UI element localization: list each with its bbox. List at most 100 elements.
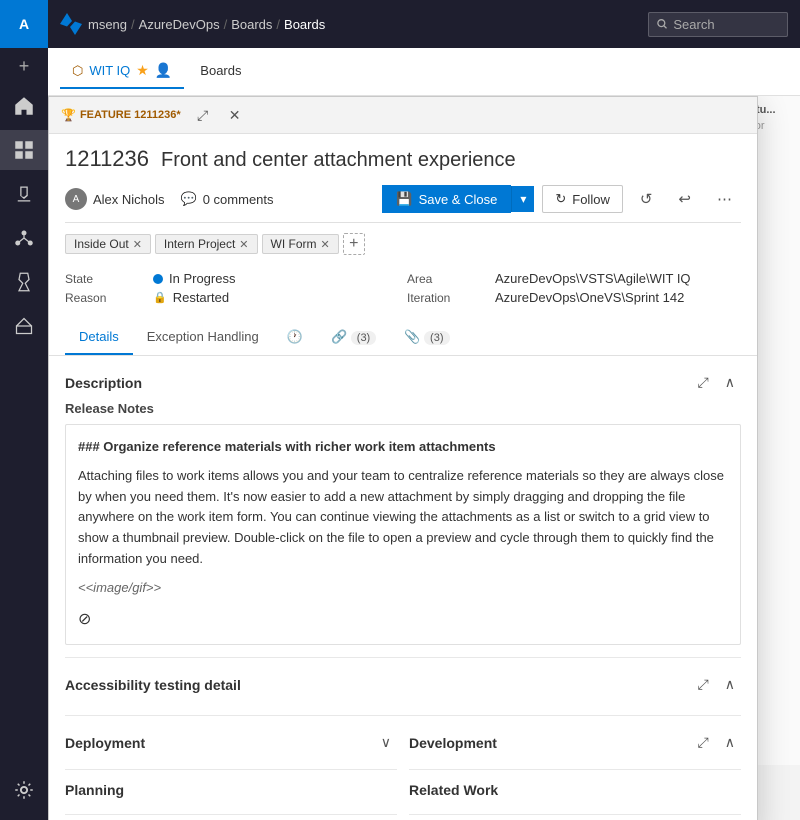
related-work-header: Related Work — [409, 782, 741, 798]
search-input[interactable] — [673, 17, 779, 32]
state-area: State In Progress Area AzureDevOps\VSTS\… — [65, 263, 741, 313]
dialog-header: 1211236 Front and center attachment expe… — [49, 134, 757, 321]
expand-button[interactable]: ⤢ — [189, 103, 217, 127]
add-button[interactable]: + — [0, 48, 48, 84]
follow-label: Follow — [572, 192, 610, 207]
dialog-overlay: 🏆 FEATURE 1211236* ⤢ ✕ 1211236 Front and… — [48, 96, 800, 820]
dialog-title-actions: ⤢ ✕ — [189, 103, 249, 127]
related-work-section: Related Work — [409, 782, 741, 815]
tab-attachments[interactable]: 📎 (3) — [390, 321, 463, 355]
refresh-button[interactable]: ↺ — [631, 184, 662, 214]
tab-details[interactable]: Details — [65, 321, 133, 355]
accessibility-collapse-btn[interactable]: ∧ — [719, 674, 741, 695]
follow-icon: ↻ — [555, 191, 566, 207]
description-expand-btn[interactable]: ⤢ — [692, 372, 715, 393]
tag-wi-form[interactable]: WI Form ✕ — [262, 234, 339, 254]
state-value[interactable]: In Progress — [153, 271, 399, 286]
attachments-count: (3) — [424, 331, 449, 345]
comment-count-text: 0 comments — [203, 192, 274, 207]
breadcrumb-boards2[interactable]: Boards — [284, 17, 325, 32]
sidebar: A + — [0, 0, 48, 820]
sidebar-icon-home[interactable] — [0, 86, 48, 126]
work-item-id: 1211236 — [65, 146, 149, 172]
iteration-label: Iteration — [407, 291, 487, 305]
app-logo[interactable] — [60, 13, 82, 35]
close-button[interactable]: ✕ — [221, 103, 249, 127]
tab-boards[interactable]: Boards — [188, 55, 253, 88]
development-header: Development ⤢ ∧ — [409, 732, 741, 753]
planning-header: Planning — [65, 782, 397, 798]
two-col-sections: Deployment ∨ Development ⤢ ∧ — [65, 732, 741, 815]
area-label: Area — [407, 272, 487, 286]
avatar[interactable]: A — [0, 0, 48, 48]
tab-star-icon[interactable]: ★ — [136, 62, 149, 79]
sidebar-icon-settings[interactable] — [0, 770, 48, 810]
accessibility-section: Accessibility testing detail ⤢ ∧ — [65, 674, 741, 716]
lock-icon: 🔒 — [153, 291, 167, 304]
iteration-value[interactable]: AzureDevOps\OneVS\Sprint 142 — [495, 290, 741, 305]
description-collapse-btn[interactable]: ∧ — [719, 372, 741, 393]
sidebar-icon-boards[interactable] — [0, 130, 48, 170]
release-notes-box[interactable]: ### Organize reference materials with ri… — [65, 424, 741, 645]
user-avatar: A — [65, 188, 87, 210]
work-area: Featu... dy for 🏆 FEATURE 1211236* ⤢ ✕ — [48, 96, 800, 820]
deployment-header: Deployment ∨ — [65, 732, 397, 753]
deployment-collapse-btn[interactable]: ∨ — [375, 732, 397, 753]
user-info[interactable]: A Alex Nichols — [65, 188, 165, 210]
follow-button[interactable]: ↻ Follow — [542, 185, 622, 213]
save-close-button[interactable]: 💾 Save & Close — [382, 185, 511, 213]
tags-row: Inside Out ✕ Intern Project ✕ WI Form ✕ … — [65, 233, 741, 255]
work-item-title[interactable]: Front and center attachment experience — [161, 149, 516, 172]
tabbar: ⬡ WIT IQ ★ 👤 Boards — [48, 48, 800, 96]
planning-title: Planning — [65, 782, 124, 798]
links-count: (3) — [351, 331, 376, 345]
sidebar-icon-pipelines[interactable] — [0, 218, 48, 258]
reason-value[interactable]: 🔒 Restarted — [153, 290, 399, 305]
tag-intern-project-close[interactable]: ✕ — [239, 238, 248, 251]
tab-history[interactable]: 🕐 — [273, 321, 317, 355]
release-notes-body: Attaching files to work items allows you… — [78, 466, 728, 570]
tab-person-icon[interactable]: 👤 — [155, 62, 172, 79]
tag-intern-project[interactable]: Intern Project ✕ — [155, 234, 258, 254]
tag-wi-form-close[interactable]: ✕ — [321, 238, 330, 251]
history-icon: 🕐 — [287, 329, 303, 344]
tag-inside-out-close[interactable]: ✕ — [133, 238, 142, 251]
tab-exception-handling[interactable]: Exception Handling — [133, 321, 273, 355]
sidebar-icon-artifacts[interactable] — [0, 306, 48, 346]
deployment-title: Deployment — [65, 735, 145, 751]
more-options-button[interactable]: ⋯ — [708, 184, 741, 214]
breadcrumb-azuredevops[interactable]: AzureDevOps — [139, 17, 220, 32]
description-section: Description ⤢ ∧ Release Notes ### Organi… — [65, 372, 741, 658]
area-value[interactable]: AzureDevOps\VSTS\Agile\WIT IQ — [495, 271, 741, 286]
description-header: Description ⤢ ∧ — [65, 372, 741, 393]
sidebar-icon-test[interactable] — [0, 262, 48, 302]
tag-add-button[interactable]: + — [343, 233, 365, 255]
feature-badge: 🏆 FEATURE 1211236* — [61, 108, 181, 122]
state-label: State — [65, 272, 145, 286]
dialog-content[interactable]: Description ⤢ ∧ Release Notes ### Organi… — [49, 356, 757, 820]
tab-witiq[interactable]: ⬡ WIT IQ ★ 👤 — [60, 54, 184, 89]
dialog-tabs: Details Exception Handling 🕐 🔗 (3) 📎 (3) — [49, 321, 757, 356]
comment-count[interactable]: 💬 0 comments — [173, 191, 282, 207]
development-collapse-btn[interactable]: ∧ — [719, 732, 741, 753]
breadcrumb: mseng / AzureDevOps / Boards / Boards — [88, 17, 648, 32]
accessibility-title: Accessibility testing detail — [65, 677, 241, 693]
accessibility-actions: ⤢ ∧ — [692, 674, 741, 695]
dialog-toolbar: A Alex Nichols 💬 0 comments 💾 Save & Clo… — [65, 184, 741, 223]
tag-inside-out-label: Inside Out — [74, 237, 129, 251]
development-expand-btn[interactable]: ⤢ — [692, 732, 715, 753]
tag-inside-out[interactable]: Inside Out ✕ — [65, 234, 151, 254]
undo-button[interactable]: ↩ — [669, 184, 700, 214]
save-dropdown-button[interactable]: ▾ — [511, 186, 534, 212]
tag-intern-project-label: Intern Project — [164, 237, 235, 251]
save-btn-group: 💾 Save & Close ▾ — [382, 185, 534, 213]
description-title: Description — [65, 375, 142, 391]
breadcrumb-mseng[interactable]: mseng — [88, 17, 127, 32]
accessibility-expand-btn[interactable]: ⤢ — [692, 674, 715, 695]
tab-links[interactable]: 🔗 (3) — [317, 321, 390, 355]
sidebar-icon-repos[interactable] — [0, 174, 48, 214]
witiq-board-icon: ⬡ — [72, 63, 83, 79]
development-title: Development — [409, 735, 497, 751]
breadcrumb-boards1[interactable]: Boards — [231, 17, 272, 32]
search-box[interactable] — [648, 12, 788, 37]
